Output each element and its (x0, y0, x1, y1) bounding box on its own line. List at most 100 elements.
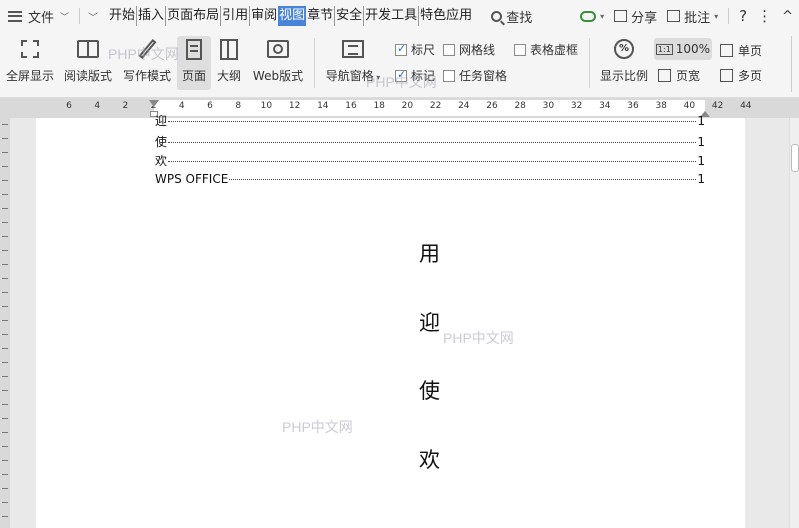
read-mode-button[interactable]: 阅读版式 (62, 36, 114, 84)
ruler-number: 12 (288, 101, 301, 111)
comment-button[interactable]: 批注 ▾ (667, 7, 718, 26)
ribbon-overflow-edge[interactable] (791, 36, 799, 92)
toc-entry-text: 迎 (155, 114, 168, 128)
first-line-indent-marker[interactable] (149, 100, 159, 107)
ruler-number: 8 (235, 101, 242, 111)
table-borders-checkbox-label: 表格虚框 (530, 43, 579, 57)
zoom-value: 100% (675, 42, 711, 56)
cloud-sync-button[interactable]: ▾ (580, 10, 605, 22)
page-width-label: 页宽 (676, 69, 701, 83)
hamburger-icon (8, 10, 22, 22)
collapse-ribbon-icon[interactable]: ^ (782, 9, 793, 24)
tab-view[interactable]: 视图 (278, 6, 307, 26)
ruler-number: 14 (317, 101, 329, 111)
vertical-scrollbar[interactable] (789, 118, 799, 528)
ruler-number: 28 (514, 101, 526, 111)
web-view-label: Web版式 (252, 69, 304, 83)
outline-label: 大纲 (216, 69, 241, 83)
tab-review[interactable]: 审阅 (250, 6, 278, 26)
toc-entry-page: 1 (697, 114, 705, 128)
tab-developer[interactable]: 开发工具 (364, 6, 420, 26)
tab-insert[interactable]: 插入 (137, 6, 167, 26)
actual-size-icon: 1:1 (655, 43, 673, 55)
comment-icon (667, 10, 681, 22)
ruler-checkbox-label: 标尺 (411, 43, 436, 57)
multi-page-button[interactable]: 多页 (720, 67, 762, 84)
toc-entry[interactable]: WPS OFFICE 1 (155, 172, 705, 186)
toc-entry[interactable]: 欢 1 (155, 152, 705, 169)
help-icon[interactable]: ? (739, 7, 747, 25)
ruler-number: 10 (260, 101, 273, 111)
ruler-number: 20 (401, 101, 414, 111)
fullscreen-label: 全屏显示 (5, 69, 54, 83)
more-icon[interactable]: ⋮ (757, 7, 772, 25)
ruler-number: 4 (94, 101, 101, 111)
body-heading-char: 使 (419, 379, 440, 403)
ruler-number: 4 (178, 101, 185, 111)
tab-chapter[interactable]: 章节 (306, 6, 336, 26)
scrollbar-thumb[interactable] (791, 144, 799, 172)
file-menu[interactable]: 文件 ﹀ (0, 0, 69, 32)
page-width-icon (658, 69, 671, 82)
toc-entry[interactable]: 使 1 (155, 133, 705, 150)
quick-access-chevron-icon[interactable]: ﹀ (88, 9, 98, 24)
fullscreen-button[interactable]: 全屏显示 (4, 36, 56, 84)
single-page-icon (720, 44, 733, 57)
comment-label: 批注 (684, 10, 711, 26)
outline-button[interactable]: 大纲 (214, 36, 244, 84)
ruler-number: 16 (345, 101, 357, 111)
zoom-percent-icon: % (611, 36, 637, 62)
tab-home[interactable]: 开始 (108, 6, 138, 26)
ruler-number: 36 (627, 101, 639, 111)
share-button[interactable]: 分享 (614, 7, 657, 26)
file-menu-label: 文件 (28, 10, 55, 26)
checkbox-empty-icon (514, 43, 526, 56)
ruler-checkbox[interactable]: 标尺 (395, 41, 435, 58)
nav-pane-icon (340, 36, 366, 62)
ruler-number: 2 (122, 101, 129, 111)
read-mode-label: 阅读版式 (63, 69, 112, 83)
tab-references[interactable]: 引用 (221, 6, 251, 26)
vertical-ruler[interactable] (0, 118, 10, 528)
ruler-number: 32 (570, 101, 583, 111)
page-width-button[interactable]: 页宽 (658, 67, 700, 84)
tab-special-apps[interactable]: 特色应用 (419, 6, 473, 26)
separator (589, 38, 590, 88)
zoom-ratio-label: 显示比例 (599, 69, 648, 83)
toc-leader-dots (229, 179, 697, 180)
write-mode-button[interactable]: 写作模式 (121, 36, 173, 84)
body-heading-char: 用 (419, 242, 440, 266)
document-page[interactable]: 迎 1 使 1 欢 1 WPS OFFICE 1 用 迎 使 欢 (36, 114, 745, 528)
body-heading-char: 迎 (419, 311, 440, 335)
toc-leader-dots (168, 161, 697, 162)
page-view-button[interactable]: 页面 (177, 36, 211, 90)
ruler-number: 38 (655, 101, 667, 111)
task-pane-checkbox[interactable]: 任务窗格 (443, 67, 507, 84)
web-layout-icon (265, 36, 291, 62)
table-borders-checkbox[interactable]: 表格虚框 (514, 41, 578, 58)
menu-bar: 文件 ﹀ ﹀ 开始 插入 页面布局 引用 审阅 视图 章节 安全 开发工具 特色… (0, 0, 799, 32)
marks-checkbox[interactable]: 标记 (395, 67, 435, 84)
tab-page-layout[interactable]: 页面布局 (166, 6, 222, 26)
zoom-ratio-button[interactable]: % 显示比例 (598, 36, 650, 84)
pen-icon (134, 36, 160, 62)
zoom-100-button[interactable]: 1:1 100% (654, 38, 712, 60)
outline-icon (216, 36, 242, 62)
web-view-button[interactable]: Web版式 (250, 36, 306, 84)
ruler-number: 30 (542, 101, 555, 111)
nav-pane-button[interactable]: 导航窗格 ▾ (322, 36, 384, 84)
ruler-number: 40 (683, 101, 696, 111)
chevron-down-icon: ▾ (600, 11, 605, 21)
search-button[interactable]: 查找 (491, 7, 532, 26)
single-page-button[interactable]: 单页 (720, 42, 762, 59)
separator (79, 8, 81, 24)
cloud-icon (580, 10, 597, 22)
toc-entry[interactable]: 迎 1 (155, 112, 705, 129)
right-toolbar: ▾ 分享 批注 ▾ ? ⋮ ^ (580, 0, 793, 32)
gridlines-checkbox[interactable]: 网格线 (443, 41, 495, 58)
search-icon (491, 10, 503, 22)
multi-page-icon (720, 69, 733, 82)
search-label: 查找 (506, 10, 533, 26)
toc-entry-page: 1 (697, 172, 705, 186)
tab-security[interactable]: 安全 (335, 6, 365, 26)
